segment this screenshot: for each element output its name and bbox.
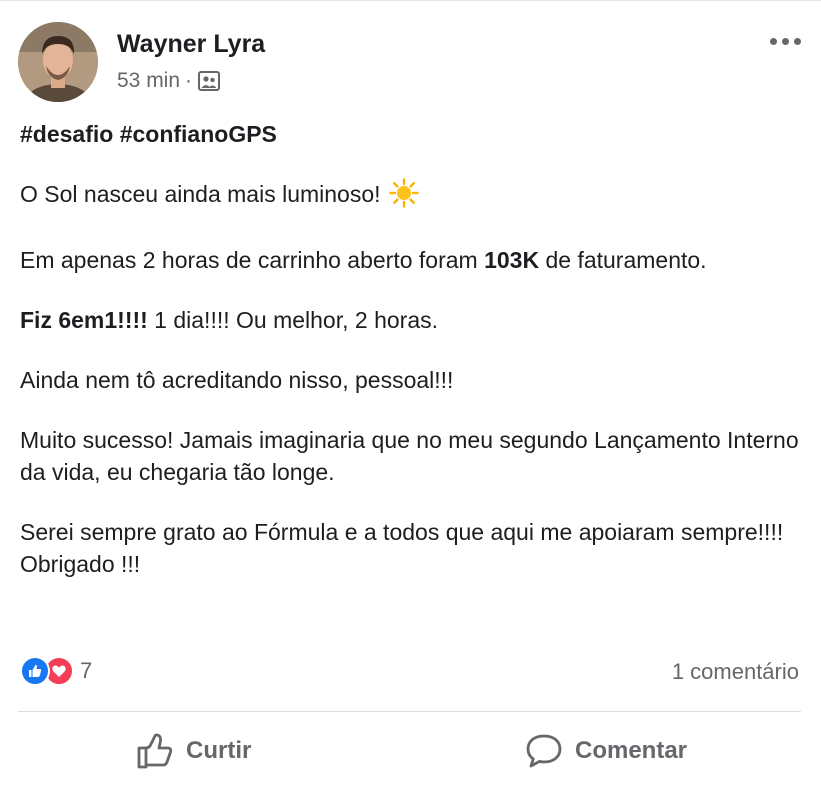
- post-hashtags[interactable]: #desafio #confianoGPS: [20, 118, 800, 150]
- post-meta: 53 min ·: [117, 69, 221, 93]
- post-time[interactable]: 53 min: [117, 69, 180, 93]
- post-paragraph: Serei sempre grato ao Fórmula e a todos …: [20, 519, 784, 577]
- post-paragraph-text: de faturamento.: [539, 247, 707, 273]
- post-bold-text: 103K: [484, 247, 540, 273]
- avatar[interactable]: [18, 22, 98, 102]
- comment-button[interactable]: Comentar: [525, 727, 687, 775]
- like-reaction-icon: [20, 656, 50, 686]
- post-paragraph: Em apenas 2 horas de carrinho aberto for…: [20, 244, 800, 276]
- divider: [18, 711, 801, 712]
- author-name[interactable]: Wayner Lyra: [117, 30, 265, 59]
- post-bold-text: Fiz 6em1!!!!: [20, 307, 148, 333]
- thumbs-up-icon: [136, 732, 186, 770]
- comment-bubble-icon: [525, 732, 575, 770]
- comment-label: Comentar: [575, 737, 688, 764]
- more-options-icon[interactable]: [770, 38, 801, 45]
- meta-separator: ·: [185, 69, 193, 92]
- post-paragraph: O Sol nasceu ainda mais luminoso!: [20, 178, 800, 216]
- like-label: Curtir: [186, 737, 252, 764]
- reactions-summary[interactable]: 7: [20, 656, 92, 686]
- avatar-photo: [18, 22, 98, 102]
- comments-count[interactable]: 1 comentário: [672, 659, 799, 685]
- sun-emoji-icon: [388, 178, 419, 216]
- reaction-count: 7: [80, 658, 93, 683]
- post-paragraph: Ainda nem tô acreditando nisso, pessoal!…: [20, 367, 454, 393]
- top-border: [0, 0, 821, 1]
- post-paragraph: Fiz 6em1!!!! 1 dia!!!! Ou melhor, 2 hora…: [20, 304, 800, 336]
- post-paragraph-text: Em apenas 2 horas de carrinho aberto for…: [20, 247, 485, 273]
- post-body: #desafio #confianoGPS O Sol nasceu ainda…: [20, 118, 800, 580]
- like-button[interactable]: Curtir: [136, 727, 251, 775]
- post-paragraph: Muito sucesso! Jamais imaginaria que no …: [20, 427, 799, 485]
- post-paragraph-text: 1 dia!!!! Ou melhor, 2 horas.: [147, 307, 439, 333]
- post-paragraph-text: O Sol nasceu ainda mais luminoso!: [20, 181, 381, 207]
- friends-icon: [198, 71, 221, 91]
